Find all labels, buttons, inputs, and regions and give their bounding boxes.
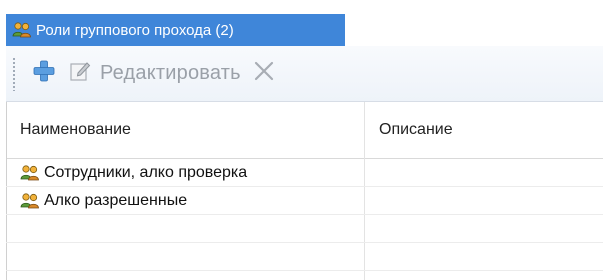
table-body: Сотрудники, алко проверка Алко разрешенн… <box>6 159 603 280</box>
add-button[interactable] <box>26 57 62 91</box>
delete-button[interactable] <box>247 57 281 91</box>
edit-button-label: Редактировать <box>100 62 241 84</box>
table-row[interactable]: Сотрудники, алко проверка <box>6 159 603 187</box>
users-group-icon <box>20 192 40 210</box>
users-group-icon <box>20 164 40 182</box>
panel-titlebar: Роли группового прохода (2) <box>6 14 345 46</box>
empty-row[interactable] <box>6 215 603 243</box>
table-header: Наименование Описание <box>6 102 603 159</box>
users-group-icon <box>12 21 32 39</box>
close-icon <box>253 60 275 88</box>
plus-icon <box>32 59 56 89</box>
column-header-description[interactable]: Описание <box>379 102 603 158</box>
empty-row[interactable] <box>6 243 603 271</box>
row-name: Сотрудники, алко проверка <box>44 163 248 181</box>
roles-panel: Роли группового прохода (2) Редактироват… <box>6 14 603 280</box>
toolbar: Редактировать <box>6 46 603 102</box>
column-header-name[interactable]: Наименование <box>20 102 360 158</box>
edit-button[interactable]: Редактировать <box>62 57 247 91</box>
titlebar-spacer <box>345 14 603 46</box>
row-name: Алко разрешенные <box>44 191 188 209</box>
edit-icon <box>68 59 92 89</box>
toolbar-grip[interactable] <box>12 56 16 91</box>
table-row[interactable]: Алко разрешенные <box>6 187 603 215</box>
panel-title: Роли группового прохода (2) <box>36 21 234 39</box>
